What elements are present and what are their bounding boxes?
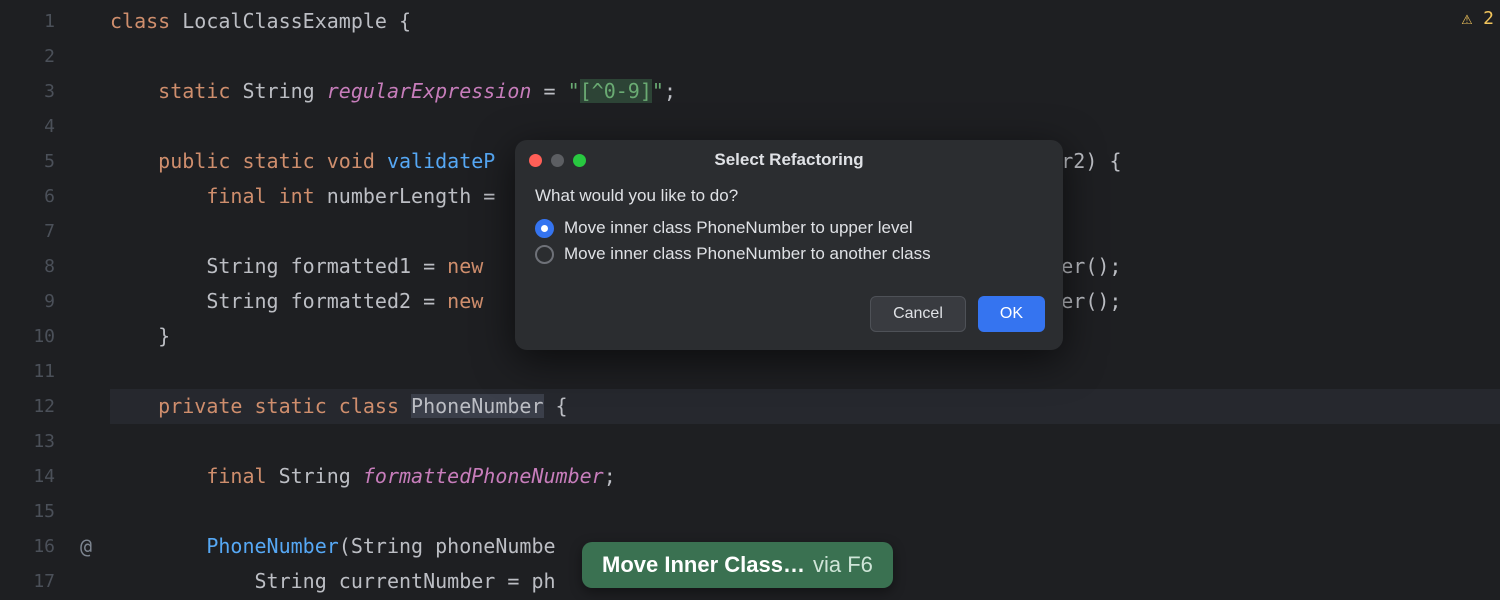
warning-icon[interactable]: ⚠ 2	[1461, 8, 1494, 29]
line-number: 14	[0, 459, 110, 494]
dialog-title: Select Refactoring	[515, 150, 1063, 170]
radio-option[interactable]: Move inner class PhoneNumber to upper le…	[535, 218, 1043, 238]
line-number: 10	[0, 319, 110, 354]
code-line: final String formattedPhoneNumber;	[110, 459, 1500, 494]
line-number: 3	[0, 74, 110, 109]
window-controls	[529, 154, 586, 167]
shortcut-hint: Move Inner Class… via F6	[582, 542, 893, 588]
line-number: 13	[0, 424, 110, 459]
code-line: class LocalClassExample {	[110, 4, 1500, 39]
minimize-icon[interactable]	[551, 154, 564, 167]
code-line	[110, 109, 1500, 144]
line-number: 5	[0, 144, 110, 179]
line-gutter: 12345678910111213141516@17	[0, 0, 110, 600]
code-line	[110, 494, 1500, 529]
line-number: 7	[0, 214, 110, 249]
hint-action: Move Inner Class…	[602, 552, 805, 578]
cancel-button[interactable]: Cancel	[870, 296, 966, 332]
zoom-icon[interactable]	[573, 154, 586, 167]
close-icon[interactable]	[529, 154, 542, 167]
hint-via: via F6	[813, 552, 873, 578]
code-line: static String regularExpression = "[^0-9…	[110, 74, 1500, 109]
line-number: 11	[0, 354, 110, 389]
line-number: 15	[0, 494, 110, 529]
radio-label: Move inner class PhoneNumber to upper le…	[564, 218, 913, 238]
line-number: 1	[0, 4, 110, 39]
code-line: private static class PhoneNumber {	[110, 389, 1500, 424]
line-number: 4	[0, 109, 110, 144]
ok-button[interactable]: OK	[978, 296, 1045, 332]
code-line	[110, 354, 1500, 389]
warning-count: 2	[1483, 8, 1494, 29]
line-number: 16@	[0, 529, 110, 564]
radio-label: Move inner class PhoneNumber to another …	[564, 244, 931, 264]
line-number: 17	[0, 564, 110, 599]
dialog-titlebar: Select Refactoring	[515, 140, 1063, 180]
line-number: 9	[0, 284, 110, 319]
line-number: 2	[0, 39, 110, 74]
radio-option[interactable]: Move inner class PhoneNumber to another …	[535, 244, 1043, 264]
code-line	[110, 39, 1500, 74]
line-number: 8	[0, 249, 110, 284]
line-number: 6	[0, 179, 110, 214]
dialog-prompt: What would you like to do?	[535, 186, 1043, 206]
radio-icon[interactable]	[535, 245, 554, 264]
refactoring-dialog: Select Refactoring What would you like t…	[515, 140, 1063, 350]
code-line	[110, 424, 1500, 459]
line-number: 12	[0, 389, 110, 424]
gutter-annotation-icon: @	[80, 529, 92, 564]
radio-icon[interactable]	[535, 219, 554, 238]
